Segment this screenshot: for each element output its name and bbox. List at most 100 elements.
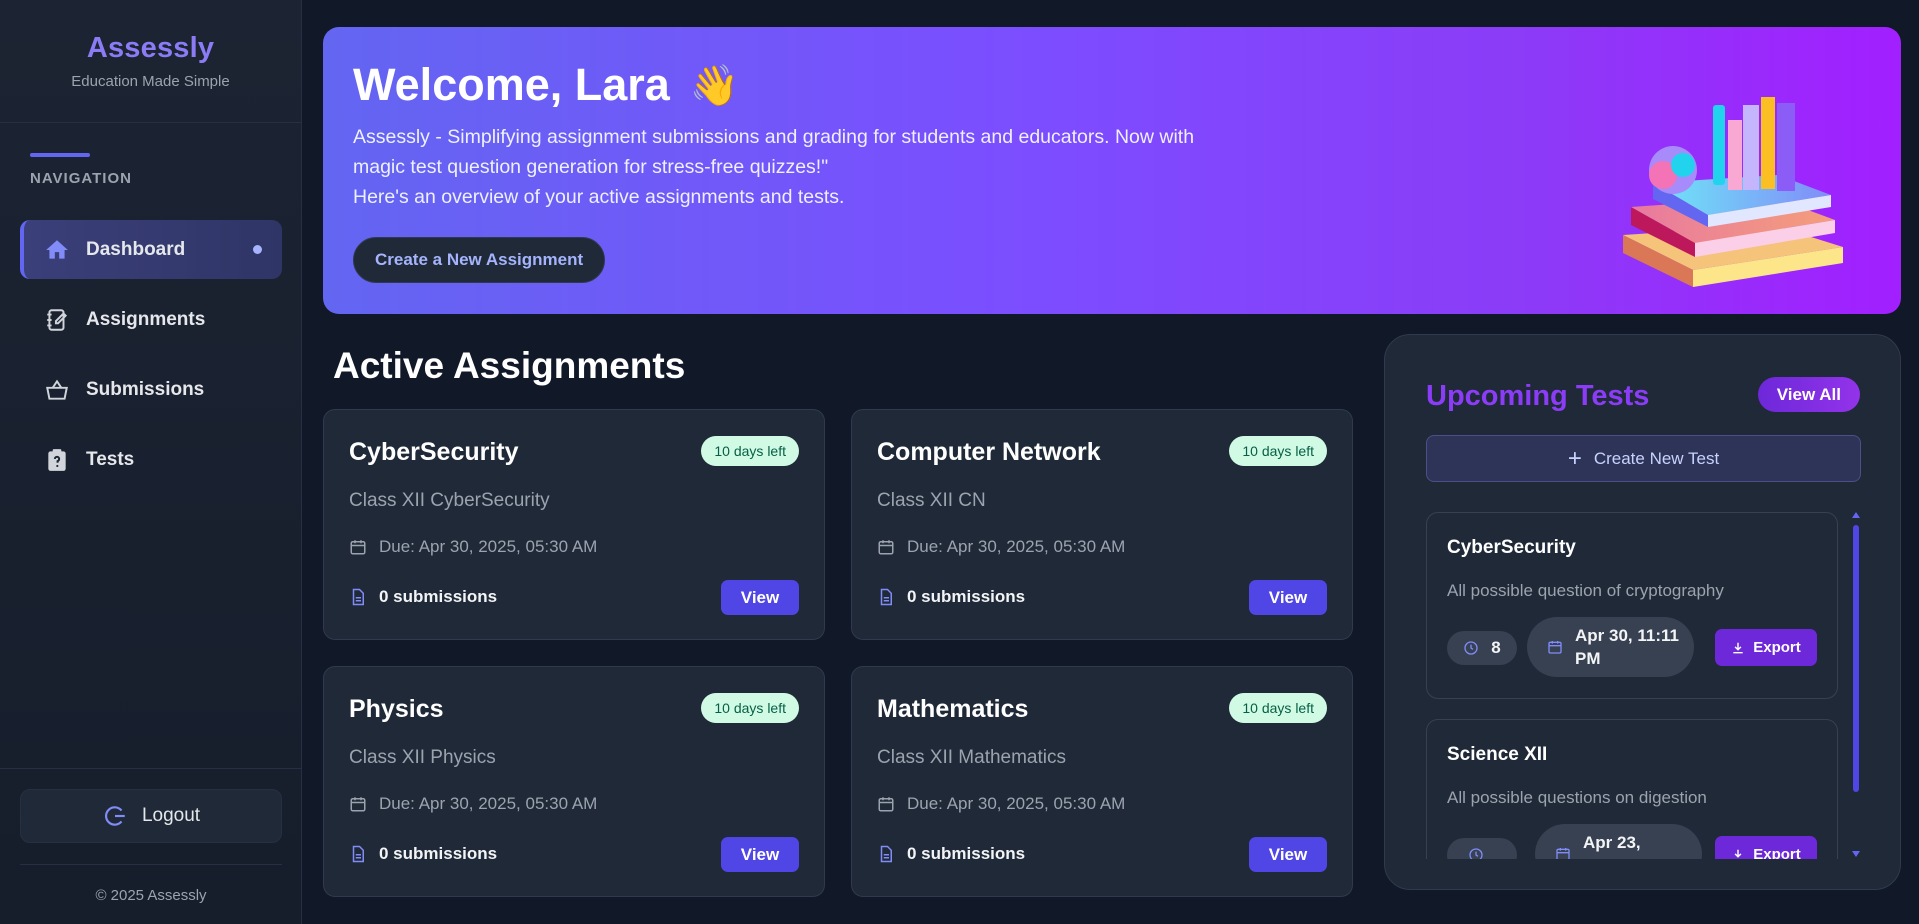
sidebar-item-assignments[interactable]: Assignments [20, 290, 282, 349]
logout-icon [104, 806, 125, 826]
assignment-title: Mathematics [877, 695, 1029, 723]
assignment-title: CyberSecurity [349, 438, 519, 466]
description-line: Assessly - Simplifying assignment submis… [353, 126, 1195, 148]
welcome-banner: Welcome, Lara 👋 Assessly - Simplifying a… [323, 27, 1901, 314]
sidebar-item-label: Assignments [86, 308, 206, 330]
waving-hand-icon: 👋 [689, 63, 740, 108]
export-label: Export [1753, 639, 1801, 656]
question-count-pill [1447, 838, 1517, 859]
welcome-title: Welcome, Lara 👋 [353, 59, 740, 111]
download-icon [1733, 849, 1743, 859]
submission-count-text: 0 submissions [379, 844, 498, 863]
calendar-icon [878, 797, 894, 812]
clock-icon [1469, 848, 1483, 859]
sidebar-divider [0, 768, 302, 769]
calendar-icon [350, 797, 366, 812]
sidebar-item-submissions[interactable]: Submissions [20, 360, 282, 419]
submission-count-text: 0 submissions [907, 587, 1026, 606]
clock-icon [1464, 641, 1478, 655]
document-icon [880, 588, 892, 606]
test-card[interactable]: CyberSecurity All possible question of c… [1426, 512, 1838, 699]
brand: Assessly Education Made Simple [0, 0, 301, 123]
assignment-title: Physics [349, 695, 444, 723]
create-assignment-button[interactable]: Create a New Assignment [353, 237, 606, 283]
document-icon [352, 845, 364, 863]
assignment-card[interactable]: CyberSecurity 10 days left Class XII Cyb… [323, 409, 825, 640]
scroll-down-arrow-icon[interactable] [1852, 851, 1860, 857]
create-new-test-label: Create New Test [1593, 448, 1720, 468]
sidebar-item-label: Tests [86, 448, 135, 470]
submission-count: 0 submissions [877, 844, 1025, 864]
submission-count: 0 submissions [349, 844, 497, 864]
scroll-up-arrow-icon[interactable] [1852, 512, 1860, 518]
assignment-card[interactable]: Mathematics 10 days left Class XII Mathe… [851, 666, 1353, 897]
question-count-pill: 8 [1447, 631, 1517, 665]
due-date: Due: Apr 30, 2025, 05:30 AM [877, 537, 1125, 557]
active-indicator-dot [253, 245, 262, 254]
scrollbar-thumb[interactable] [1853, 525, 1859, 792]
welcome-description: Assessly - Simplifying assignment submis… [353, 122, 1253, 212]
assignment-class: Class XII CN [877, 490, 986, 511]
assignment-class: Class XII Mathematics [877, 747, 1066, 768]
export-label: Export [1753, 846, 1801, 859]
export-button[interactable]: Export [1715, 629, 1817, 666]
assignment-card[interactable]: Computer Network 10 days left Class XII … [851, 409, 1353, 640]
document-icon [880, 845, 892, 863]
document-icon [352, 588, 364, 606]
submission-count: 0 submissions [877, 587, 1025, 607]
clipboard-question-icon [48, 448, 66, 471]
test-date: Apr 30, 11:11 PM [1575, 626, 1679, 668]
logout-button[interactable]: Logout [20, 789, 282, 843]
tests-list[interactable]: CyberSecurity All possible question of c… [1426, 512, 1838, 859]
upcoming-tests-panel: Upcoming Tests View All + Create New Tes… [1384, 334, 1901, 890]
description-line: Here's an overview of your active assign… [353, 186, 845, 208]
home-icon [46, 239, 68, 259]
calendar-icon [1548, 641, 1562, 654]
assignment-title: Computer Network [877, 438, 1101, 466]
due-date: Due: Apr 30, 2025, 05:30 AM [877, 794, 1125, 814]
view-all-button[interactable]: View All [1757, 377, 1860, 412]
view-button[interactable]: View [1249, 580, 1327, 615]
basket-icon [46, 379, 68, 400]
assignment-class: Class XII CyberSecurity [349, 490, 550, 511]
notebook-icon [47, 308, 68, 331]
sidebar-divider [20, 864, 282, 865]
create-new-test-button[interactable]: + Create New Test [1426, 435, 1861, 482]
sidebar-item-label: Submissions [86, 378, 205, 400]
submission-count: 0 submissions [349, 587, 497, 607]
assignment-class: Class XII Physics [349, 747, 496, 768]
due-date: Due: Apr 30, 2025, 05:30 AM [349, 794, 597, 814]
description-line: magic test question generation for stres… [353, 156, 829, 178]
test-date-pill: Apr 30, 11:11 PM [1527, 617, 1694, 677]
welcome-heading: Welcome, Lara [353, 59, 670, 110]
brand-tagline: Education Made Simple [71, 73, 230, 90]
test-date-pill: Apr 23, 10:12 [1535, 824, 1702, 859]
test-description: All possible questions on digestion [1447, 788, 1707, 807]
brand-name[interactable]: Assessly [0, 32, 301, 65]
due-date-text: Due: Apr 30, 2025, 05:30 AM [379, 794, 598, 813]
view-button[interactable]: View [721, 580, 799, 615]
days-left-badge: 10 days left [1229, 693, 1327, 723]
test-description: All possible question of cryptography [1447, 581, 1724, 600]
assignment-card[interactable]: Physics 10 days left Class XII Physics D… [323, 666, 825, 897]
calendar-icon [878, 540, 894, 555]
due-date: Due: Apr 30, 2025, 05:30 AM [349, 537, 597, 557]
books-illustration [1623, 97, 1843, 287]
tests-scrollbar[interactable] [1851, 512, 1861, 857]
sidebar: Assessly Education Made Simple NAVIGATIO… [0, 0, 302, 924]
sidebar-item-dashboard[interactable]: Dashboard [20, 220, 282, 279]
sidebar-item-tests[interactable]: Tests [20, 430, 282, 489]
nav-accent-bar [30, 153, 90, 157]
upcoming-tests-title: Upcoming Tests [1426, 380, 1650, 412]
export-button[interactable]: Export [1715, 836, 1817, 859]
submission-count-text: 0 submissions [907, 844, 1026, 863]
test-date: Apr 23, 10:12 [1583, 833, 1641, 859]
active-assignments-title: Active Assignments [333, 345, 686, 386]
due-date-text: Due: Apr 30, 2025, 05:30 AM [379, 537, 598, 556]
plus-icon: + [1567, 444, 1582, 472]
view-button[interactable]: View [1249, 837, 1327, 872]
days-left-badge: 10 days left [1229, 436, 1327, 466]
days-left-badge: 10 days left [701, 436, 799, 466]
view-button[interactable]: View [721, 837, 799, 872]
test-card[interactable]: Science XII All possible questions on di… [1426, 719, 1838, 859]
